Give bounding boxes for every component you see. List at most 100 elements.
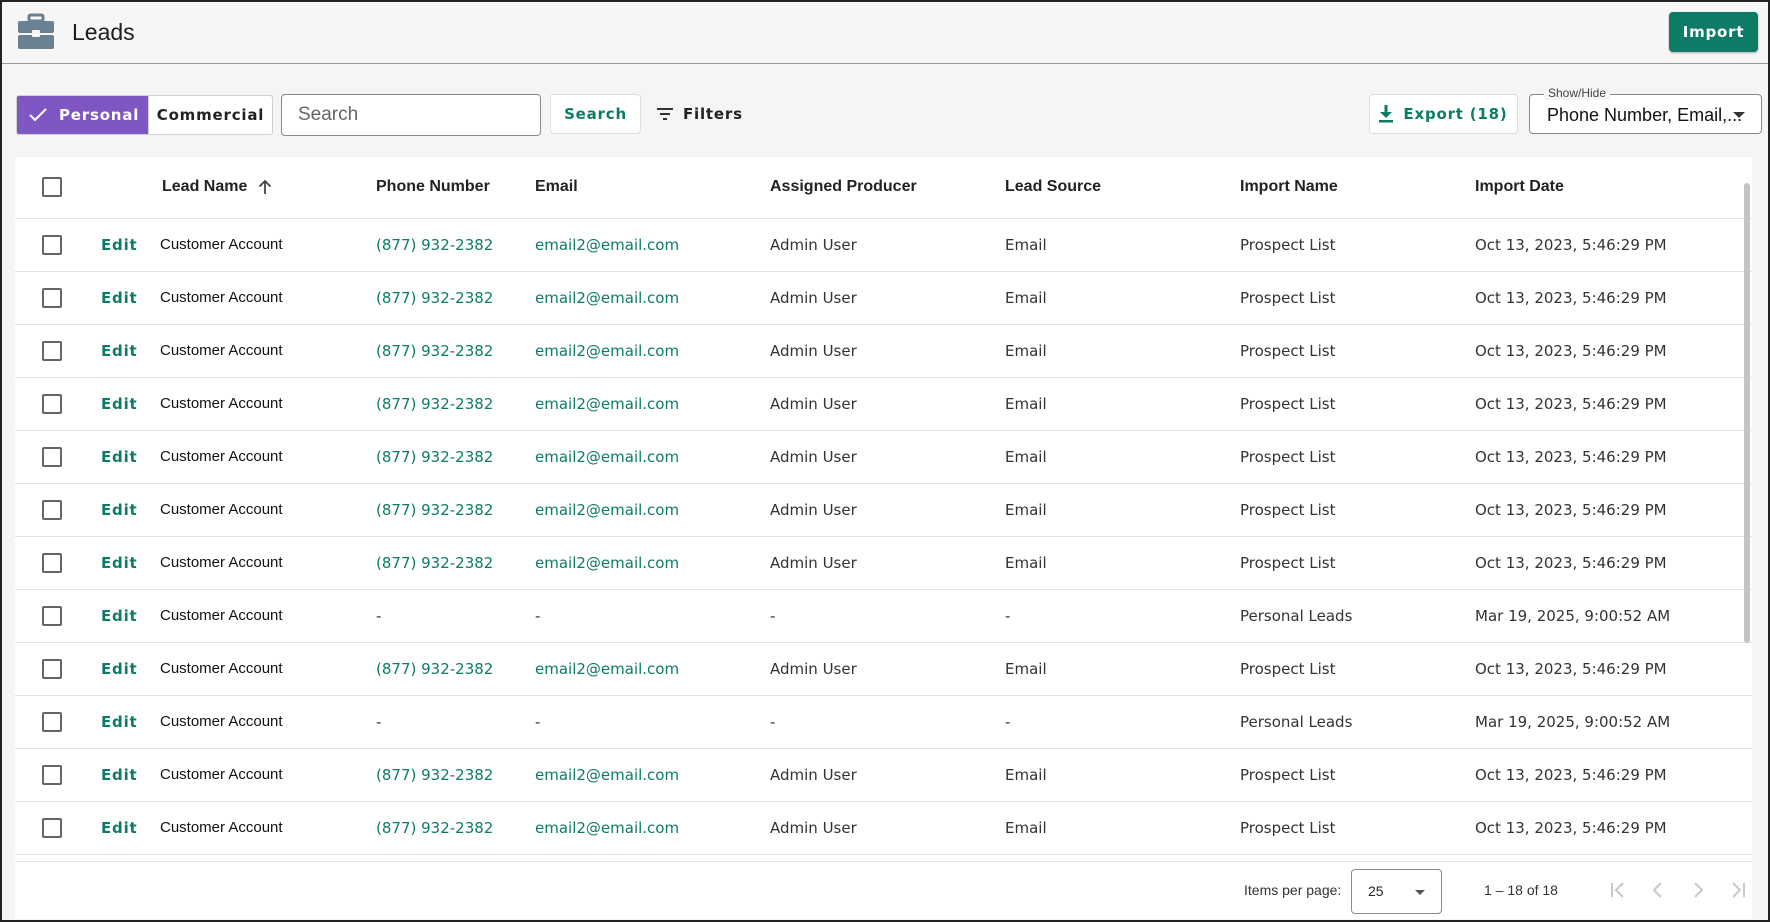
lead-source-cell: - bbox=[1005, 589, 1240, 643]
phone-number-cell[interactable]: (877) 932-2382 bbox=[370, 324, 535, 378]
lead-name-cell: Customer Account bbox=[160, 536, 370, 590]
email-cell[interactable]: email2@email.com bbox=[535, 377, 770, 431]
phone-number-cell[interactable]: (877) 932-2382 bbox=[370, 536, 535, 590]
edit-link[interactable]: Edit bbox=[101, 660, 138, 678]
search-input[interactable] bbox=[298, 104, 543, 126]
show-hide-columns-select[interactable]: Show/Hide Phone Number, Email,... bbox=[1529, 86, 1762, 134]
email-cell: - bbox=[535, 695, 770, 749]
lead-source-cell: Email bbox=[1005, 430, 1240, 484]
last-page-icon[interactable] bbox=[1726, 878, 1750, 902]
personal-toggle-button[interactable]: Personal bbox=[17, 96, 148, 134]
import-date-cell: Oct 13, 2023, 5:46:29 PM bbox=[1475, 536, 1752, 590]
row-checkbox[interactable] bbox=[42, 817, 62, 838]
column-header-import-date[interactable]: Import Date bbox=[1475, 157, 1752, 219]
table-header-row: Lead Name Phone Number Email Assigned Pr… bbox=[15, 157, 1752, 219]
commercial-toggle-button[interactable]: Commercial bbox=[148, 96, 272, 134]
row-checkbox[interactable] bbox=[42, 711, 62, 732]
lead-type-toggle: Personal Commercial bbox=[16, 95, 273, 135]
edit-link[interactable]: Edit bbox=[101, 395, 138, 413]
lead-source-cell: Email bbox=[1005, 536, 1240, 590]
phone-number-cell[interactable]: (877) 932-2382 bbox=[370, 430, 535, 484]
edit-link[interactable]: Edit bbox=[101, 289, 138, 307]
assigned-producer-cell: Admin User bbox=[770, 430, 1005, 484]
table-row: Edit Customer Account (877) 932-2382 email2… bbox=[15, 642, 1752, 696]
export-button[interactable]: Export (18) bbox=[1369, 94, 1518, 134]
lead-source-cell: Email bbox=[1005, 748, 1240, 802]
edit-link[interactable]: Edit bbox=[101, 766, 138, 784]
previous-page-icon[interactable] bbox=[1646, 878, 1670, 902]
table-row: Edit Customer Account (877) 932-2382 email2… bbox=[15, 218, 1752, 272]
phone-number-cell[interactable]: (877) 932-2382 bbox=[370, 483, 535, 537]
lead-name-cell: Customer Account bbox=[160, 218, 370, 272]
table-scrollbar[interactable] bbox=[1742, 169, 1752, 865]
next-page-icon[interactable] bbox=[1686, 878, 1710, 902]
phone-number-cell[interactable]: (877) 932-2382 bbox=[370, 271, 535, 325]
import-date-cell: Oct 13, 2023, 5:46:29 PM bbox=[1475, 324, 1752, 378]
row-checkbox[interactable] bbox=[42, 552, 62, 573]
email-cell[interactable]: email2@email.com bbox=[535, 271, 770, 325]
edit-link[interactable]: Edit bbox=[101, 819, 138, 837]
import-date-cell: Oct 13, 2023, 5:46:29 PM bbox=[1475, 642, 1752, 696]
phone-number-cell[interactable]: (877) 932-2382 bbox=[370, 801, 535, 855]
row-checkbox[interactable] bbox=[42, 605, 62, 626]
lead-source-cell: Email bbox=[1005, 324, 1240, 378]
phone-number-cell[interactable]: (877) 932-2382 bbox=[370, 642, 535, 696]
first-page-icon[interactable] bbox=[1606, 878, 1630, 902]
row-checkbox[interactable] bbox=[42, 287, 62, 308]
import-date-cell: Oct 13, 2023, 5:46:29 PM bbox=[1475, 748, 1752, 802]
phone-number-cell[interactable]: (877) 932-2382 bbox=[370, 377, 535, 431]
edit-link[interactable]: Edit bbox=[101, 342, 138, 360]
search-button[interactable]: Search bbox=[550, 94, 641, 134]
column-header-assigned-producer[interactable]: Assigned Producer bbox=[770, 157, 1005, 219]
column-header-import-name[interactable]: Import Name bbox=[1240, 157, 1475, 219]
email-cell[interactable]: email2@email.com bbox=[535, 430, 770, 484]
email-cell[interactable]: email2@email.com bbox=[535, 536, 770, 590]
import-name-cell: Prospect List bbox=[1240, 536, 1475, 590]
row-checkbox[interactable] bbox=[42, 340, 62, 361]
row-checkbox[interactable] bbox=[42, 234, 62, 255]
row-checkbox[interactable] bbox=[42, 764, 62, 785]
edit-link[interactable]: Edit bbox=[101, 607, 138, 625]
row-checkbox[interactable] bbox=[42, 658, 62, 679]
import-name-cell: Prospect List bbox=[1240, 324, 1475, 378]
email-cell[interactable]: email2@email.com bbox=[535, 324, 770, 378]
phone-number-cell[interactable]: (877) 932-2382 bbox=[370, 748, 535, 802]
import-date-cell: Mar 19, 2025, 9:00:52 AM bbox=[1475, 695, 1752, 749]
email-cell[interactable]: email2@email.com bbox=[535, 218, 770, 272]
edit-link[interactable]: Edit bbox=[101, 501, 138, 519]
phone-number-cell[interactable]: (877) 932-2382 bbox=[370, 218, 535, 272]
paginator: Items per page: 25 1 – 18 of 18 bbox=[15, 861, 1752, 919]
select-all-checkbox[interactable] bbox=[42, 177, 62, 198]
email-cell[interactable]: email2@email.com bbox=[535, 801, 770, 855]
import-button[interactable]: Import bbox=[1669, 12, 1758, 52]
phone-number-cell: - bbox=[370, 589, 535, 643]
lead-name-cell: Customer Account bbox=[160, 430, 370, 484]
lead-name-cell: Customer Account bbox=[160, 483, 370, 537]
row-checkbox[interactable] bbox=[42, 393, 62, 414]
column-header-phone-number[interactable]: Phone Number bbox=[370, 157, 535, 219]
edit-link[interactable]: Edit bbox=[101, 713, 138, 731]
edit-link[interactable]: Edit bbox=[101, 448, 138, 466]
lead-name-cell: Customer Account bbox=[160, 271, 370, 325]
edit-link[interactable]: Edit bbox=[101, 554, 138, 572]
email-cell[interactable]: email2@email.com bbox=[535, 748, 770, 802]
edit-link[interactable]: Edit bbox=[101, 236, 138, 254]
phone-number-cell: - bbox=[370, 695, 535, 749]
import-name-cell: Prospect List bbox=[1240, 377, 1475, 431]
email-cell[interactable]: email2@email.com bbox=[535, 483, 770, 537]
table-row: Edit Customer Account (877) 932-2382 email2… bbox=[15, 271, 1752, 325]
column-header-lead-source[interactable]: Lead Source bbox=[1005, 157, 1240, 219]
table-scrollbar-thumb[interactable] bbox=[1744, 183, 1750, 643]
column-header-email[interactable]: Email bbox=[535, 157, 770, 219]
lead-name-cell: Customer Account bbox=[160, 748, 370, 802]
import-name-cell: Personal Leads bbox=[1240, 589, 1475, 643]
items-per-page-select[interactable]: 25 bbox=[1351, 869, 1442, 914]
column-header-lead-name[interactable]: Lead Name bbox=[160, 157, 370, 219]
leads-table-card: Lead Name Phone Number Email Assigned Pr… bbox=[15, 157, 1752, 919]
import-name-cell: Prospect List bbox=[1240, 483, 1475, 537]
row-checkbox[interactable] bbox=[42, 499, 62, 520]
import-date-cell: Oct 13, 2023, 5:46:29 PM bbox=[1475, 271, 1752, 325]
row-checkbox[interactable] bbox=[42, 446, 62, 467]
filters-button[interactable]: Filters bbox=[657, 94, 743, 134]
email-cell[interactable]: email2@email.com bbox=[535, 642, 770, 696]
